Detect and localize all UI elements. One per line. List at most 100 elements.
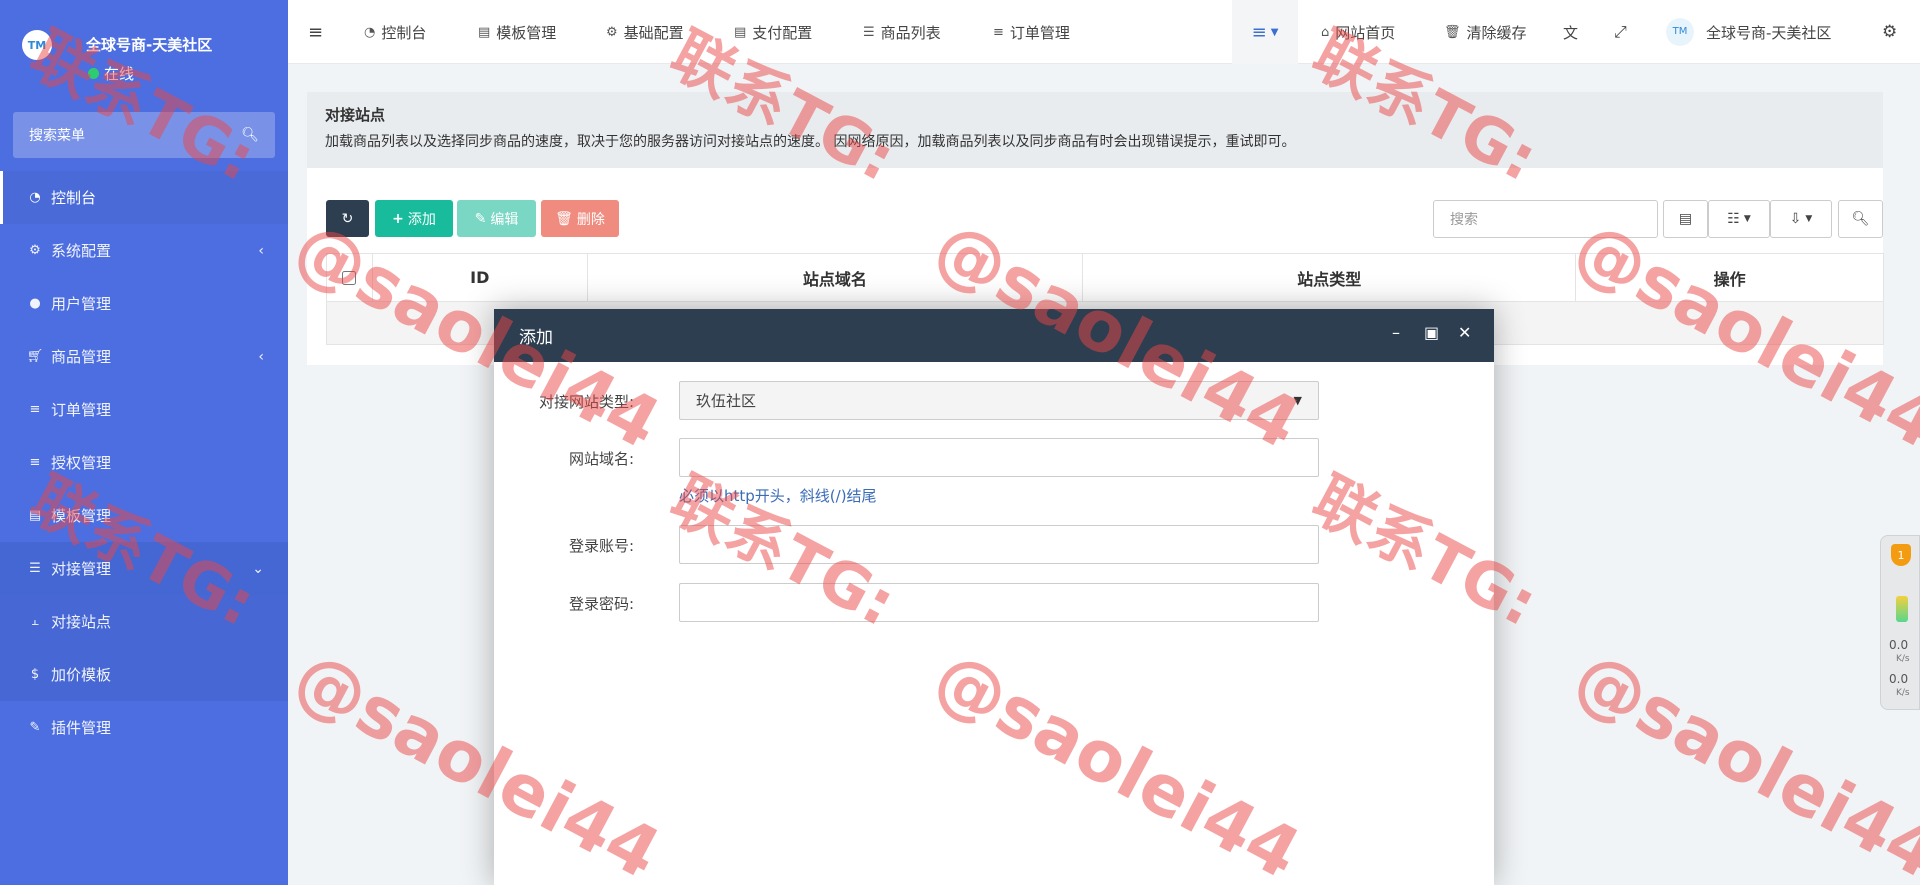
page-title: 对接站点 bbox=[325, 106, 386, 124]
online-status-label: 在线 bbox=[104, 65, 135, 83]
sidebar-item-system-config[interactable]: ⚙ 系统配置 ‹ bbox=[0, 224, 288, 277]
cart-icon: 🛒︎ bbox=[26, 349, 44, 364]
sidebar-toggle-button[interactable]: ≡ bbox=[308, 0, 323, 64]
domain-help-text: 必须以http开头，斜线(/)结尾 bbox=[679, 487, 877, 505]
search-icon[interactable]: 🔍︎ bbox=[241, 127, 259, 143]
chevron-down-icon: ⌄ bbox=[252, 560, 264, 577]
domain-row: 网站域名: bbox=[494, 438, 1494, 478]
settings-button[interactable]: ⚙ bbox=[1882, 0, 1897, 64]
topnav-label: 模板管理 bbox=[496, 23, 557, 42]
topnav-label: 订单管理 bbox=[1009, 23, 1070, 42]
hamburger-icon: ≡ bbox=[308, 21, 324, 43]
topnav-label: 商品列表 bbox=[880, 23, 941, 42]
battery-icon bbox=[1896, 596, 1908, 622]
topnav-dashboard[interactable]: ◔ 控制台 bbox=[364, 0, 426, 64]
add-button-label: 添加 bbox=[407, 211, 436, 228]
caret-down-icon: ▼ bbox=[1743, 214, 1751, 224]
menu-search[interactable]: 搜索菜单 🔍︎ bbox=[13, 112, 275, 158]
online-dot-icon bbox=[88, 68, 99, 79]
export-dropdown[interactable]: ⇩ ▼ bbox=[1770, 200, 1832, 238]
account-label: 登录账号: bbox=[568, 537, 634, 555]
sidebar-item-markup-templates[interactable]: $ 加价模板 bbox=[0, 648, 288, 701]
sidebar-item-docking[interactable]: ☰ 对接管理 ⌄ bbox=[0, 542, 288, 595]
gear-icon: ⚙ bbox=[29, 243, 41, 258]
topnav-site-home[interactable]: ⌂ 网站首页 bbox=[1321, 0, 1395, 64]
topnav-templates[interactable]: ▤ 模板管理 bbox=[478, 0, 556, 64]
toggle-view-button[interactable]: ▤ bbox=[1663, 200, 1708, 238]
table-search-input[interactable]: 搜索 bbox=[1433, 200, 1658, 238]
column-id[interactable]: ID bbox=[373, 254, 588, 301]
brand-name: 全球号商-天美社区 bbox=[86, 36, 213, 54]
sidebar-item-label: 模板管理 bbox=[51, 507, 112, 525]
edit-button[interactable]: ✎ 编辑 bbox=[457, 200, 536, 237]
sidebar-item-templates[interactable]: ▤ 模板管理 bbox=[0, 489, 288, 542]
page-description: 加载商品列表以及选择同步商品的速度，取决于您的服务器访问对接站点的速度。 因网络… bbox=[325, 134, 1296, 150]
sidebar-item-products[interactable]: 🛒︎ 商品管理 ‹ bbox=[0, 330, 288, 383]
site-type-select[interactable]: 玖伍社区 ▼ bbox=[679, 381, 1319, 420]
select-all-checkbox[interactable] bbox=[342, 270, 357, 285]
plus-icon: + bbox=[392, 210, 404, 227]
topnav-payment-config[interactable]: ▤ 支付配置 bbox=[734, 0, 812, 64]
sidebar-item-users[interactable]: ● 用户管理 bbox=[0, 277, 288, 330]
topnav-user-menu[interactable]: TM 全球号商-天美社区 bbox=[1666, 0, 1831, 64]
chevron-left-icon: ‹ bbox=[258, 242, 264, 259]
add-button[interactable]: + 添加 bbox=[375, 200, 453, 237]
page-notice: 对接站点 加载商品列表以及选择同步商品的速度，取决于您的服务器访问对接站点的速度… bbox=[307, 92, 1883, 168]
fullscreen-icon: ⤢ bbox=[1614, 22, 1627, 41]
table-search-placeholder: 搜索 bbox=[1450, 212, 1478, 228]
translate-button[interactable]: 文 bbox=[1563, 0, 1578, 64]
list-view-icon: ▤ bbox=[1678, 211, 1693, 227]
dollar-icon: $ bbox=[30, 667, 40, 682]
sidebar-item-orders[interactable]: ≡ 订单管理 bbox=[0, 383, 288, 436]
topnav-label: 清除缓存 bbox=[1466, 23, 1527, 42]
column-actions: 操作 bbox=[1713, 269, 1746, 289]
trash-icon: 🗑︎ bbox=[555, 210, 573, 227]
watermark-text: @saolei44 bbox=[1561, 635, 1920, 885]
search-icon: 🔍︎ bbox=[1851, 211, 1870, 227]
topnav-site-name: 全球号商-天美社区 bbox=[1706, 23, 1832, 42]
column-type[interactable]: 站点类型 bbox=[1083, 254, 1577, 301]
server-icon: ▤ bbox=[734, 24, 747, 40]
topnav-product-list[interactable]: ☰ 商品列表 bbox=[863, 0, 941, 64]
sidebar-item-docking-sites[interactable]: ⫠ 对接站点 bbox=[0, 595, 288, 648]
translate-icon: 文 bbox=[1563, 23, 1579, 42]
topnav-clear-cache[interactable]: 🗑︎ 清除缓存 bbox=[1444, 0, 1527, 64]
refresh-icon: ↻ bbox=[341, 210, 354, 227]
top-navbar: ≡ ◔ 控制台 ▤ 模板管理 ⚙ 基础配置 ▤ 支付配置 ☰ 商品列表 ≡ 订单… bbox=[288, 0, 1920, 64]
password-input[interactable] bbox=[679, 583, 1319, 622]
topnav-label: 基础配置 bbox=[623, 23, 684, 42]
column-domain[interactable]: 站点域名 bbox=[588, 254, 1084, 301]
dialog-header: 添加 – ▣ ✕ bbox=[494, 309, 1494, 362]
menu-search-input[interactable]: 搜索菜单 bbox=[29, 125, 241, 145]
sidebar-item-label: 加价模板 bbox=[51, 666, 112, 684]
brand-logo: TM bbox=[22, 30, 52, 60]
minimize-icon[interactable]: – bbox=[1392, 323, 1400, 342]
maximize-icon[interactable]: ▣ bbox=[1424, 323, 1439, 342]
caret-down-icon: ▼ bbox=[1270, 26, 1279, 38]
edit-button-label: 编辑 bbox=[490, 211, 519, 228]
topnav-orders[interactable]: ≡ 订单管理 bbox=[993, 0, 1070, 64]
sidebar-item-label: 控制台 bbox=[51, 189, 97, 207]
shield-icon: 1 bbox=[1891, 544, 1911, 566]
sliders-icon: ☰ bbox=[29, 561, 41, 576]
topnav-more-dropdown[interactable]: ≡ ▼ bbox=[1232, 0, 1298, 64]
advanced-search-button[interactable]: 🔍︎ bbox=[1838, 200, 1883, 238]
network-speed-widget[interactable]: 1 0.0 K/s 0.0 K/s bbox=[1880, 535, 1920, 710]
sidebar-item-plugins[interactable]: ✎ 插件管理 bbox=[0, 701, 288, 754]
dialog-title: 添加 bbox=[519, 328, 553, 348]
account-input[interactable] bbox=[679, 525, 1319, 564]
upload-unit: K/s bbox=[1896, 654, 1910, 664]
gears-icon: ⚙ bbox=[1882, 22, 1898, 42]
sidebar-item-dashboard[interactable]: ◔ 控制台 bbox=[0, 171, 288, 224]
site-type-value: 玖伍社区 bbox=[696, 392, 757, 410]
topnav-basic-config[interactable]: ⚙ 基础配置 bbox=[606, 0, 684, 64]
close-icon[interactable]: ✕ bbox=[1458, 323, 1471, 342]
sidebar-menu: ◔ 控制台 ⚙ 系统配置 ‹ ● 用户管理 🛒︎ 商品管理 ‹ ≡ 订单管理 ≡… bbox=[0, 171, 288, 754]
delete-button[interactable]: 🗑︎ 删除 bbox=[541, 200, 619, 237]
upload-speed: 0.0 bbox=[1889, 638, 1909, 652]
domain-input[interactable] bbox=[679, 438, 1319, 477]
sidebar-item-license[interactable]: ≡ 授权管理 bbox=[0, 436, 288, 489]
refresh-button[interactable]: ↻ bbox=[326, 200, 369, 237]
fullscreen-button[interactable]: ⤢ bbox=[1614, 0, 1627, 64]
columns-dropdown[interactable]: ☷ ▼ bbox=[1708, 200, 1770, 238]
